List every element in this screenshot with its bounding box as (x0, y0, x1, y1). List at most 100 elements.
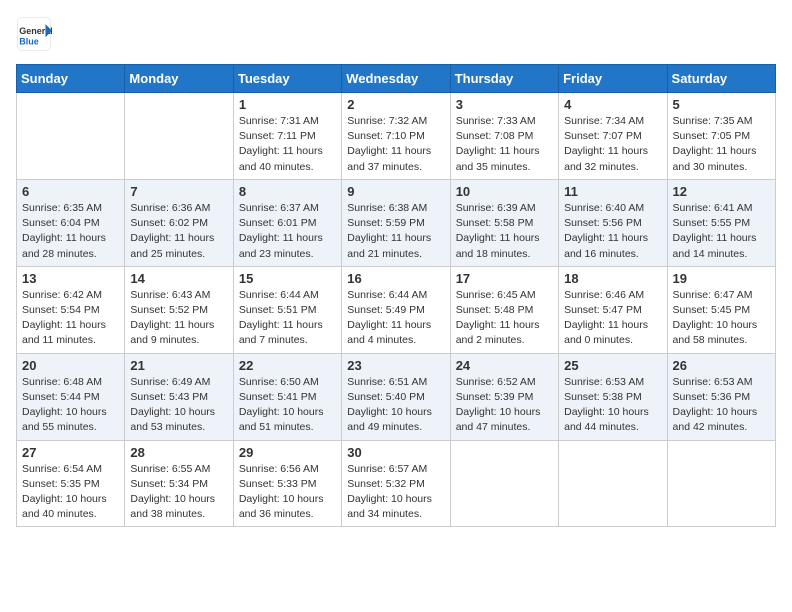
logo-icon: General Blue (16, 16, 52, 52)
day-info: Sunrise: 6:51 AMSunset: 5:40 PMDaylight:… (347, 375, 444, 436)
calendar-cell: 5 Sunrise: 7:35 AMSunset: 7:05 PMDaylight… (667, 93, 775, 180)
calendar-cell: 4 Sunrise: 7:34 AMSunset: 7:07 PMDaylight… (559, 93, 667, 180)
calendar-cell: 26Sunrise: 6:53 AMSunset: 5:36 PMDayligh… (667, 353, 775, 440)
day-number: 14 (130, 271, 227, 286)
day-number: 20 (22, 358, 119, 373)
day-info: Sunrise: 6:49 AMSunset: 5:43 PMDaylight:… (130, 375, 227, 436)
day-info: Sunrise: 6:40 AMSunset: 5:56 PMDaylight:… (564, 201, 661, 262)
calendar-cell: 21 Sunrise: 6:49 AMSunset: 5:43 PMDayligh… (125, 353, 233, 440)
day-number: 22 (239, 358, 336, 373)
day-number: 29 (239, 445, 336, 460)
calendar-cell: 28 Sunrise: 6:55 AMSunset: 5:34 PMDayligh… (125, 440, 233, 527)
day-number: 19 (673, 271, 770, 286)
day-info: Sunrise: 6:45 AMSunset: 5:48 PMDaylight:… (456, 288, 553, 349)
day-info: Sunrise: 6:37 AMSunset: 6:01 PMDaylight:… (239, 201, 336, 262)
calendar-cell: 30 Sunrise: 6:57 AMSunset: 5:32 PMDayligh… (342, 440, 450, 527)
day-number: 28 (130, 445, 227, 460)
logo: General Blue (16, 16, 54, 52)
day-number: 16 (347, 271, 444, 286)
day-number: 13 (22, 271, 119, 286)
calendar-table: SundayMondayTuesdayWednesdayThursdayFrid… (16, 64, 776, 527)
calendar-cell: 13 Sunrise: 6:42 AMSunset: 5:54 PMDayligh… (17, 266, 125, 353)
day-info: Sunrise: 6:52 AMSunset: 5:39 PMDaylight:… (456, 375, 553, 436)
day-number: 15 (239, 271, 336, 286)
header-wednesday: Wednesday (342, 65, 450, 93)
day-info: Sunrise: 6:55 AMSunset: 5:34 PMDaylight:… (130, 462, 227, 523)
day-number: 9 (347, 184, 444, 199)
day-number: 8 (239, 184, 336, 199)
day-info: Sunrise: 7:31 AMSunset: 7:11 PMDaylight:… (239, 114, 336, 175)
calendar-cell: 24 Sunrise: 6:52 AMSunset: 5:39 PMDayligh… (450, 353, 558, 440)
calendar-cell: 20 Sunrise: 6:48 AMSunset: 5:44 PMDayligh… (17, 353, 125, 440)
day-number: 23 (347, 358, 444, 373)
calendar-cell: 29 Sunrise: 6:56 AMSunset: 5:33 PMDayligh… (233, 440, 341, 527)
day-info: Sunrise: 6:43 AMSunset: 5:52 PMDaylight:… (130, 288, 227, 349)
day-info: Sunrise: 6:38 AMSunset: 5:59 PMDaylight:… (347, 201, 444, 262)
calendar-cell: 3 Sunrise: 7:33 AMSunset: 7:08 PMDaylight… (450, 93, 558, 180)
day-info: Sunrise: 6:39 AMSunset: 5:58 PMDaylight:… (456, 201, 553, 262)
calendar-cell: 6 Sunrise: 6:35 AMSunset: 6:04 PMDaylight… (17, 179, 125, 266)
calendar-cell: 2Sunrise: 7:32 AMSunset: 7:10 PMDaylight… (342, 93, 450, 180)
calendar-cell: 23 Sunrise: 6:51 AMSunset: 5:40 PMDayligh… (342, 353, 450, 440)
day-info: Sunrise: 6:44 AMSunset: 5:51 PMDaylight:… (239, 288, 336, 349)
calendar-cell (125, 93, 233, 180)
day-number: 24 (456, 358, 553, 373)
calendar-week-row: 20 Sunrise: 6:48 AMSunset: 5:44 PMDayligh… (17, 353, 776, 440)
day-number: 12 (673, 184, 770, 199)
day-info: Sunrise: 6:48 AMSunset: 5:44 PMDaylight:… (22, 375, 119, 436)
calendar-cell: 17 Sunrise: 6:45 AMSunset: 5:48 PMDayligh… (450, 266, 558, 353)
day-number: 5 (673, 97, 770, 112)
day-info: Sunrise: 7:34 AMSunset: 7:07 PMDaylight:… (564, 114, 661, 175)
calendar-cell (450, 440, 558, 527)
calendar-week-row: 1 Sunrise: 7:31 AMSunset: 7:11 PMDaylight… (17, 93, 776, 180)
day-number: 4 (564, 97, 661, 112)
day-info: Sunrise: 6:35 AMSunset: 6:04 PMDaylight:… (22, 201, 119, 262)
header-sunday: Sunday (17, 65, 125, 93)
day-number: 18 (564, 271, 661, 286)
day-info: Sunrise: 6:54 AMSunset: 5:35 PMDaylight:… (22, 462, 119, 523)
calendar-cell (17, 93, 125, 180)
calendar-cell (667, 440, 775, 527)
calendar-cell (559, 440, 667, 527)
day-number: 21 (130, 358, 227, 373)
header-friday: Friday (559, 65, 667, 93)
day-info: Sunrise: 6:44 AMSunset: 5:49 PMDaylight:… (347, 288, 444, 349)
calendar-week-row: 13 Sunrise: 6:42 AMSunset: 5:54 PMDayligh… (17, 266, 776, 353)
calendar-cell: 22 Sunrise: 6:50 AMSunset: 5:41 PMDayligh… (233, 353, 341, 440)
calendar-cell: 7Sunrise: 6:36 AMSunset: 6:02 PMDaylight… (125, 179, 233, 266)
calendar-cell: 16 Sunrise: 6:44 AMSunset: 5:49 PMDayligh… (342, 266, 450, 353)
day-info: Sunrise: 6:53 AMSunset: 5:36 PMDaylight:… (673, 375, 770, 436)
day-info: Sunrise: 6:57 AMSunset: 5:32 PMDaylight:… (347, 462, 444, 523)
day-number: 6 (22, 184, 119, 199)
calendar-cell: 18Sunrise: 6:46 AMSunset: 5:47 PMDayligh… (559, 266, 667, 353)
calendar-cell: 25 Sunrise: 6:53 AMSunset: 5:38 PMDayligh… (559, 353, 667, 440)
day-info: Sunrise: 7:33 AMSunset: 7:08 PMDaylight:… (456, 114, 553, 175)
day-number: 30 (347, 445, 444, 460)
day-number: 1 (239, 97, 336, 112)
day-number: 25 (564, 358, 661, 373)
calendar-header-row: SundayMondayTuesdayWednesdayThursdayFrid… (17, 65, 776, 93)
calendar-week-row: 27 Sunrise: 6:54 AMSunset: 5:35 PMDayligh… (17, 440, 776, 527)
svg-text:Blue: Blue (19, 37, 39, 47)
calendar-cell: 27 Sunrise: 6:54 AMSunset: 5:35 PMDayligh… (17, 440, 125, 527)
day-info: Sunrise: 7:32 AMSunset: 7:10 PMDaylight:… (347, 114, 444, 175)
day-info: Sunrise: 6:50 AMSunset: 5:41 PMDaylight:… (239, 375, 336, 436)
calendar-cell: 14 Sunrise: 6:43 AMSunset: 5:52 PMDayligh… (125, 266, 233, 353)
day-info: Sunrise: 6:42 AMSunset: 5:54 PMDaylight:… (22, 288, 119, 349)
calendar-cell: 10Sunrise: 6:39 AMSunset: 5:58 PMDayligh… (450, 179, 558, 266)
calendar-cell: 1 Sunrise: 7:31 AMSunset: 7:11 PMDaylight… (233, 93, 341, 180)
day-info: Sunrise: 6:53 AMSunset: 5:38 PMDaylight:… (564, 375, 661, 436)
calendar-cell: 11Sunrise: 6:40 AMSunset: 5:56 PMDayligh… (559, 179, 667, 266)
day-info: Sunrise: 6:47 AMSunset: 5:45 PMDaylight:… (673, 288, 770, 349)
header-monday: Monday (125, 65, 233, 93)
header-saturday: Saturday (667, 65, 775, 93)
page-header: General Blue (16, 16, 776, 52)
day-number: 17 (456, 271, 553, 286)
day-number: 3 (456, 97, 553, 112)
day-number: 7 (130, 184, 227, 199)
day-info: Sunrise: 7:35 AMSunset: 7:05 PMDaylight:… (673, 114, 770, 175)
day-info: Sunrise: 6:56 AMSunset: 5:33 PMDaylight:… (239, 462, 336, 523)
calendar-cell: 8 Sunrise: 6:37 AMSunset: 6:01 PMDaylight… (233, 179, 341, 266)
calendar-cell: 9 Sunrise: 6:38 AMSunset: 5:59 PMDaylight… (342, 179, 450, 266)
day-number: 27 (22, 445, 119, 460)
